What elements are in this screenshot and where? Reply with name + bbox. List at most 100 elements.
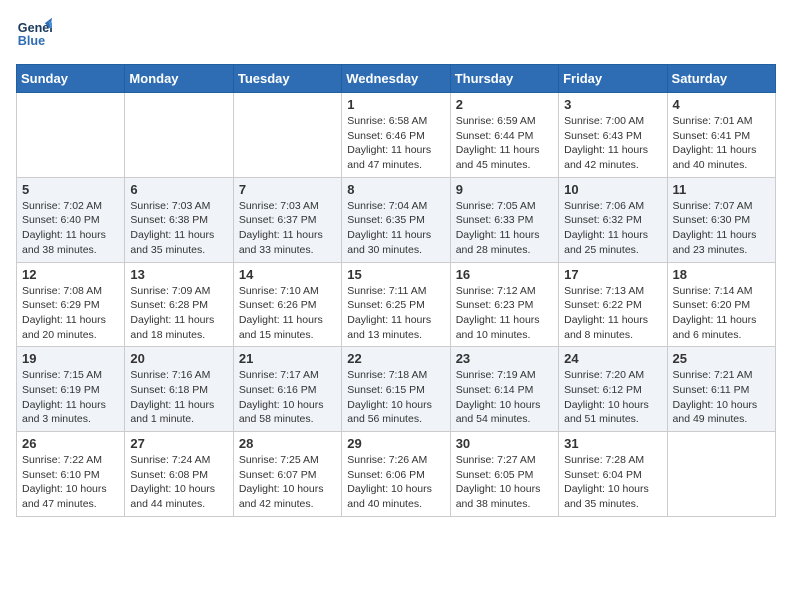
calendar-day-30: 30Sunrise: 7:27 AM Sunset: 6:05 PM Dayli… [450,432,558,517]
day-number: 5 [22,182,119,197]
calendar-day-11: 11Sunrise: 7:07 AM Sunset: 6:30 PM Dayli… [667,177,775,262]
calendar-day-31: 31Sunrise: 7:28 AM Sunset: 6:04 PM Dayli… [559,432,667,517]
day-info: Sunrise: 7:03 AM Sunset: 6:38 PM Dayligh… [130,199,227,258]
calendar-empty-cell [233,93,341,178]
calendar-header-row: SundayMondayTuesdayWednesdayThursdayFrid… [17,65,776,93]
logo: General Blue [16,16,56,52]
calendar-day-29: 29 Sunrise: 7:26 AM Sunset: 6:06 PM Dayli… [342,432,450,517]
day-info: Sunrise: 7:16 AM Sunset: 6:18 PM Dayligh… [130,368,227,427]
day-info: Sunrise: 7:18 AM Sunset: 6:15 PM Dayligh… [347,368,444,427]
day-number: 27 [130,436,227,451]
day-number: 18 [673,267,770,282]
day-info: Sunrise: 7:27 AM Sunset: 6:05 PM Dayligh… [456,453,553,512]
day-number: 13 [130,267,227,282]
logo-icon: General Blue [16,16,52,52]
day-number: 20 [130,351,227,366]
day-info: Sunrise: 7:25 AM Sunset: 6:07 PM Dayligh… [239,453,336,512]
day-number: 25 [673,351,770,366]
calendar-day-22: 22 Sunrise: 7:18 AM Sunset: 6:15 PM Dayli… [342,347,450,432]
weekday-header-sunday: Sunday [17,65,125,93]
day-info: Sunrise: 7:04 AM Sunset: 6:35 PM Dayligh… [347,199,444,258]
day-number: 31 [564,436,661,451]
day-number: 8 [347,182,444,197]
calendar-day-4: 4 Sunrise: 7:01 AM Sunset: 6:41 PM Daylig… [667,93,775,178]
calendar-day-25: 25Sunrise: 7:21 AM Sunset: 6:11 PM Dayli… [667,347,775,432]
svg-text:Blue: Blue [18,34,45,48]
calendar-day-23: 23 Sunrise: 7:19 AM Sunset: 6:14 PM Dayli… [450,347,558,432]
day-number: 28 [239,436,336,451]
calendar-day-18: 18 Sunrise: 7:14 AM Sunset: 6:20 PM Dayli… [667,262,775,347]
day-info: Sunrise: 7:00 AM Sunset: 6:43 PM Dayligh… [564,114,661,173]
calendar-week-row: 12Sunrise: 7:08 AM Sunset: 6:29 PM Dayli… [17,262,776,347]
calendar-day-21: 21 Sunrise: 7:17 AM Sunset: 6:16 PM Dayli… [233,347,341,432]
calendar-empty-cell [667,432,775,517]
calendar-day-14: 14Sunrise: 7:10 AM Sunset: 6:26 PM Dayli… [233,262,341,347]
calendar-day-13: 13 Sunrise: 7:09 AM Sunset: 6:28 PM Dayli… [125,262,233,347]
day-info: Sunrise: 7:06 AM Sunset: 6:32 PM Dayligh… [564,199,661,258]
weekday-header-friday: Friday [559,65,667,93]
day-info: Sunrise: 6:59 AM Sunset: 6:44 PM Dayligh… [456,114,553,173]
page-header: General Blue [16,16,776,52]
day-info: Sunrise: 7:05 AM Sunset: 6:33 PM Dayligh… [456,199,553,258]
day-number: 3 [564,97,661,112]
day-info: Sunrise: 7:11 AM Sunset: 6:25 PM Dayligh… [347,284,444,343]
calendar-day-24: 24 Sunrise: 7:20 AM Sunset: 6:12 PM Dayli… [559,347,667,432]
calendar-day-16: 16Sunrise: 7:12 AM Sunset: 6:23 PM Dayli… [450,262,558,347]
day-info: Sunrise: 6:58 AM Sunset: 6:46 PM Dayligh… [347,114,444,173]
day-info: Sunrise: 7:17 AM Sunset: 6:16 PM Dayligh… [239,368,336,427]
day-info: Sunrise: 7:08 AM Sunset: 6:29 PM Dayligh… [22,284,119,343]
calendar-week-row: 1 Sunrise: 6:58 AM Sunset: 6:46 PM Daylig… [17,93,776,178]
day-number: 22 [347,351,444,366]
day-number: 19 [22,351,119,366]
weekday-header-saturday: Saturday [667,65,775,93]
weekday-header-monday: Monday [125,65,233,93]
calendar-day-6: 6 Sunrise: 7:03 AM Sunset: 6:38 PM Daylig… [125,177,233,262]
day-number: 6 [130,182,227,197]
day-number: 21 [239,351,336,366]
day-info: Sunrise: 7:26 AM Sunset: 6:06 PM Dayligh… [347,453,444,512]
day-number: 17 [564,267,661,282]
day-info: Sunrise: 7:24 AM Sunset: 6:08 PM Dayligh… [130,453,227,512]
calendar-day-9: 9 Sunrise: 7:05 AM Sunset: 6:33 PM Daylig… [450,177,558,262]
calendar-day-5: 5 Sunrise: 7:02 AM Sunset: 6:40 PM Daylig… [17,177,125,262]
calendar-day-28: 28 Sunrise: 7:25 AM Sunset: 6:07 PM Dayli… [233,432,341,517]
calendar-table: SundayMondayTuesdayWednesdayThursdayFrid… [16,64,776,517]
calendar-day-8: 8 Sunrise: 7:04 AM Sunset: 6:35 PM Daylig… [342,177,450,262]
calendar-day-19: 19 Sunrise: 7:15 AM Sunset: 6:19 PM Dayli… [17,347,125,432]
day-number: 24 [564,351,661,366]
calendar-day-20: 20 Sunrise: 7:16 AM Sunset: 6:18 PM Dayli… [125,347,233,432]
day-info: Sunrise: 7:15 AM Sunset: 6:19 PM Dayligh… [22,368,119,427]
calendar-day-7: 7Sunrise: 7:03 AM Sunset: 6:37 PM Daylig… [233,177,341,262]
calendar-week-row: 5 Sunrise: 7:02 AM Sunset: 6:40 PM Daylig… [17,177,776,262]
day-number: 9 [456,182,553,197]
calendar-day-3: 3 Sunrise: 7:00 AM Sunset: 6:43 PM Daylig… [559,93,667,178]
calendar-day-1: 1 Sunrise: 6:58 AM Sunset: 6:46 PM Daylig… [342,93,450,178]
day-number: 14 [239,267,336,282]
day-number: 16 [456,267,553,282]
day-number: 1 [347,97,444,112]
calendar-week-row: 26Sunrise: 7:22 AM Sunset: 6:10 PM Dayli… [17,432,776,517]
day-info: Sunrise: 7:03 AM Sunset: 6:37 PM Dayligh… [239,199,336,258]
day-info: Sunrise: 7:22 AM Sunset: 6:10 PM Dayligh… [22,453,119,512]
day-info: Sunrise: 7:09 AM Sunset: 6:28 PM Dayligh… [130,284,227,343]
day-number: 29 [347,436,444,451]
day-info: Sunrise: 7:19 AM Sunset: 6:14 PM Dayligh… [456,368,553,427]
calendar-day-17: 17 Sunrise: 7:13 AM Sunset: 6:22 PM Dayli… [559,262,667,347]
day-info: Sunrise: 7:13 AM Sunset: 6:22 PM Dayligh… [564,284,661,343]
calendar-day-10: 10 Sunrise: 7:06 AM Sunset: 6:32 PM Dayli… [559,177,667,262]
calendar-day-27: 27 Sunrise: 7:24 AM Sunset: 6:08 PM Dayli… [125,432,233,517]
day-info: Sunrise: 7:02 AM Sunset: 6:40 PM Dayligh… [22,199,119,258]
day-info: Sunrise: 7:20 AM Sunset: 6:12 PM Dayligh… [564,368,661,427]
day-number: 23 [456,351,553,366]
day-info: Sunrise: 7:14 AM Sunset: 6:20 PM Dayligh… [673,284,770,343]
weekday-header-tuesday: Tuesday [233,65,341,93]
calendar-day-15: 15Sunrise: 7:11 AM Sunset: 6:25 PM Dayli… [342,262,450,347]
calendar-day-26: 26Sunrise: 7:22 AM Sunset: 6:10 PM Dayli… [17,432,125,517]
day-info: Sunrise: 7:01 AM Sunset: 6:41 PM Dayligh… [673,114,770,173]
calendar-week-row: 19 Sunrise: 7:15 AM Sunset: 6:19 PM Dayli… [17,347,776,432]
calendar-empty-cell [17,93,125,178]
day-number: 10 [564,182,661,197]
day-info: Sunrise: 7:07 AM Sunset: 6:30 PM Dayligh… [673,199,770,258]
weekday-header-wednesday: Wednesday [342,65,450,93]
day-number: 4 [673,97,770,112]
